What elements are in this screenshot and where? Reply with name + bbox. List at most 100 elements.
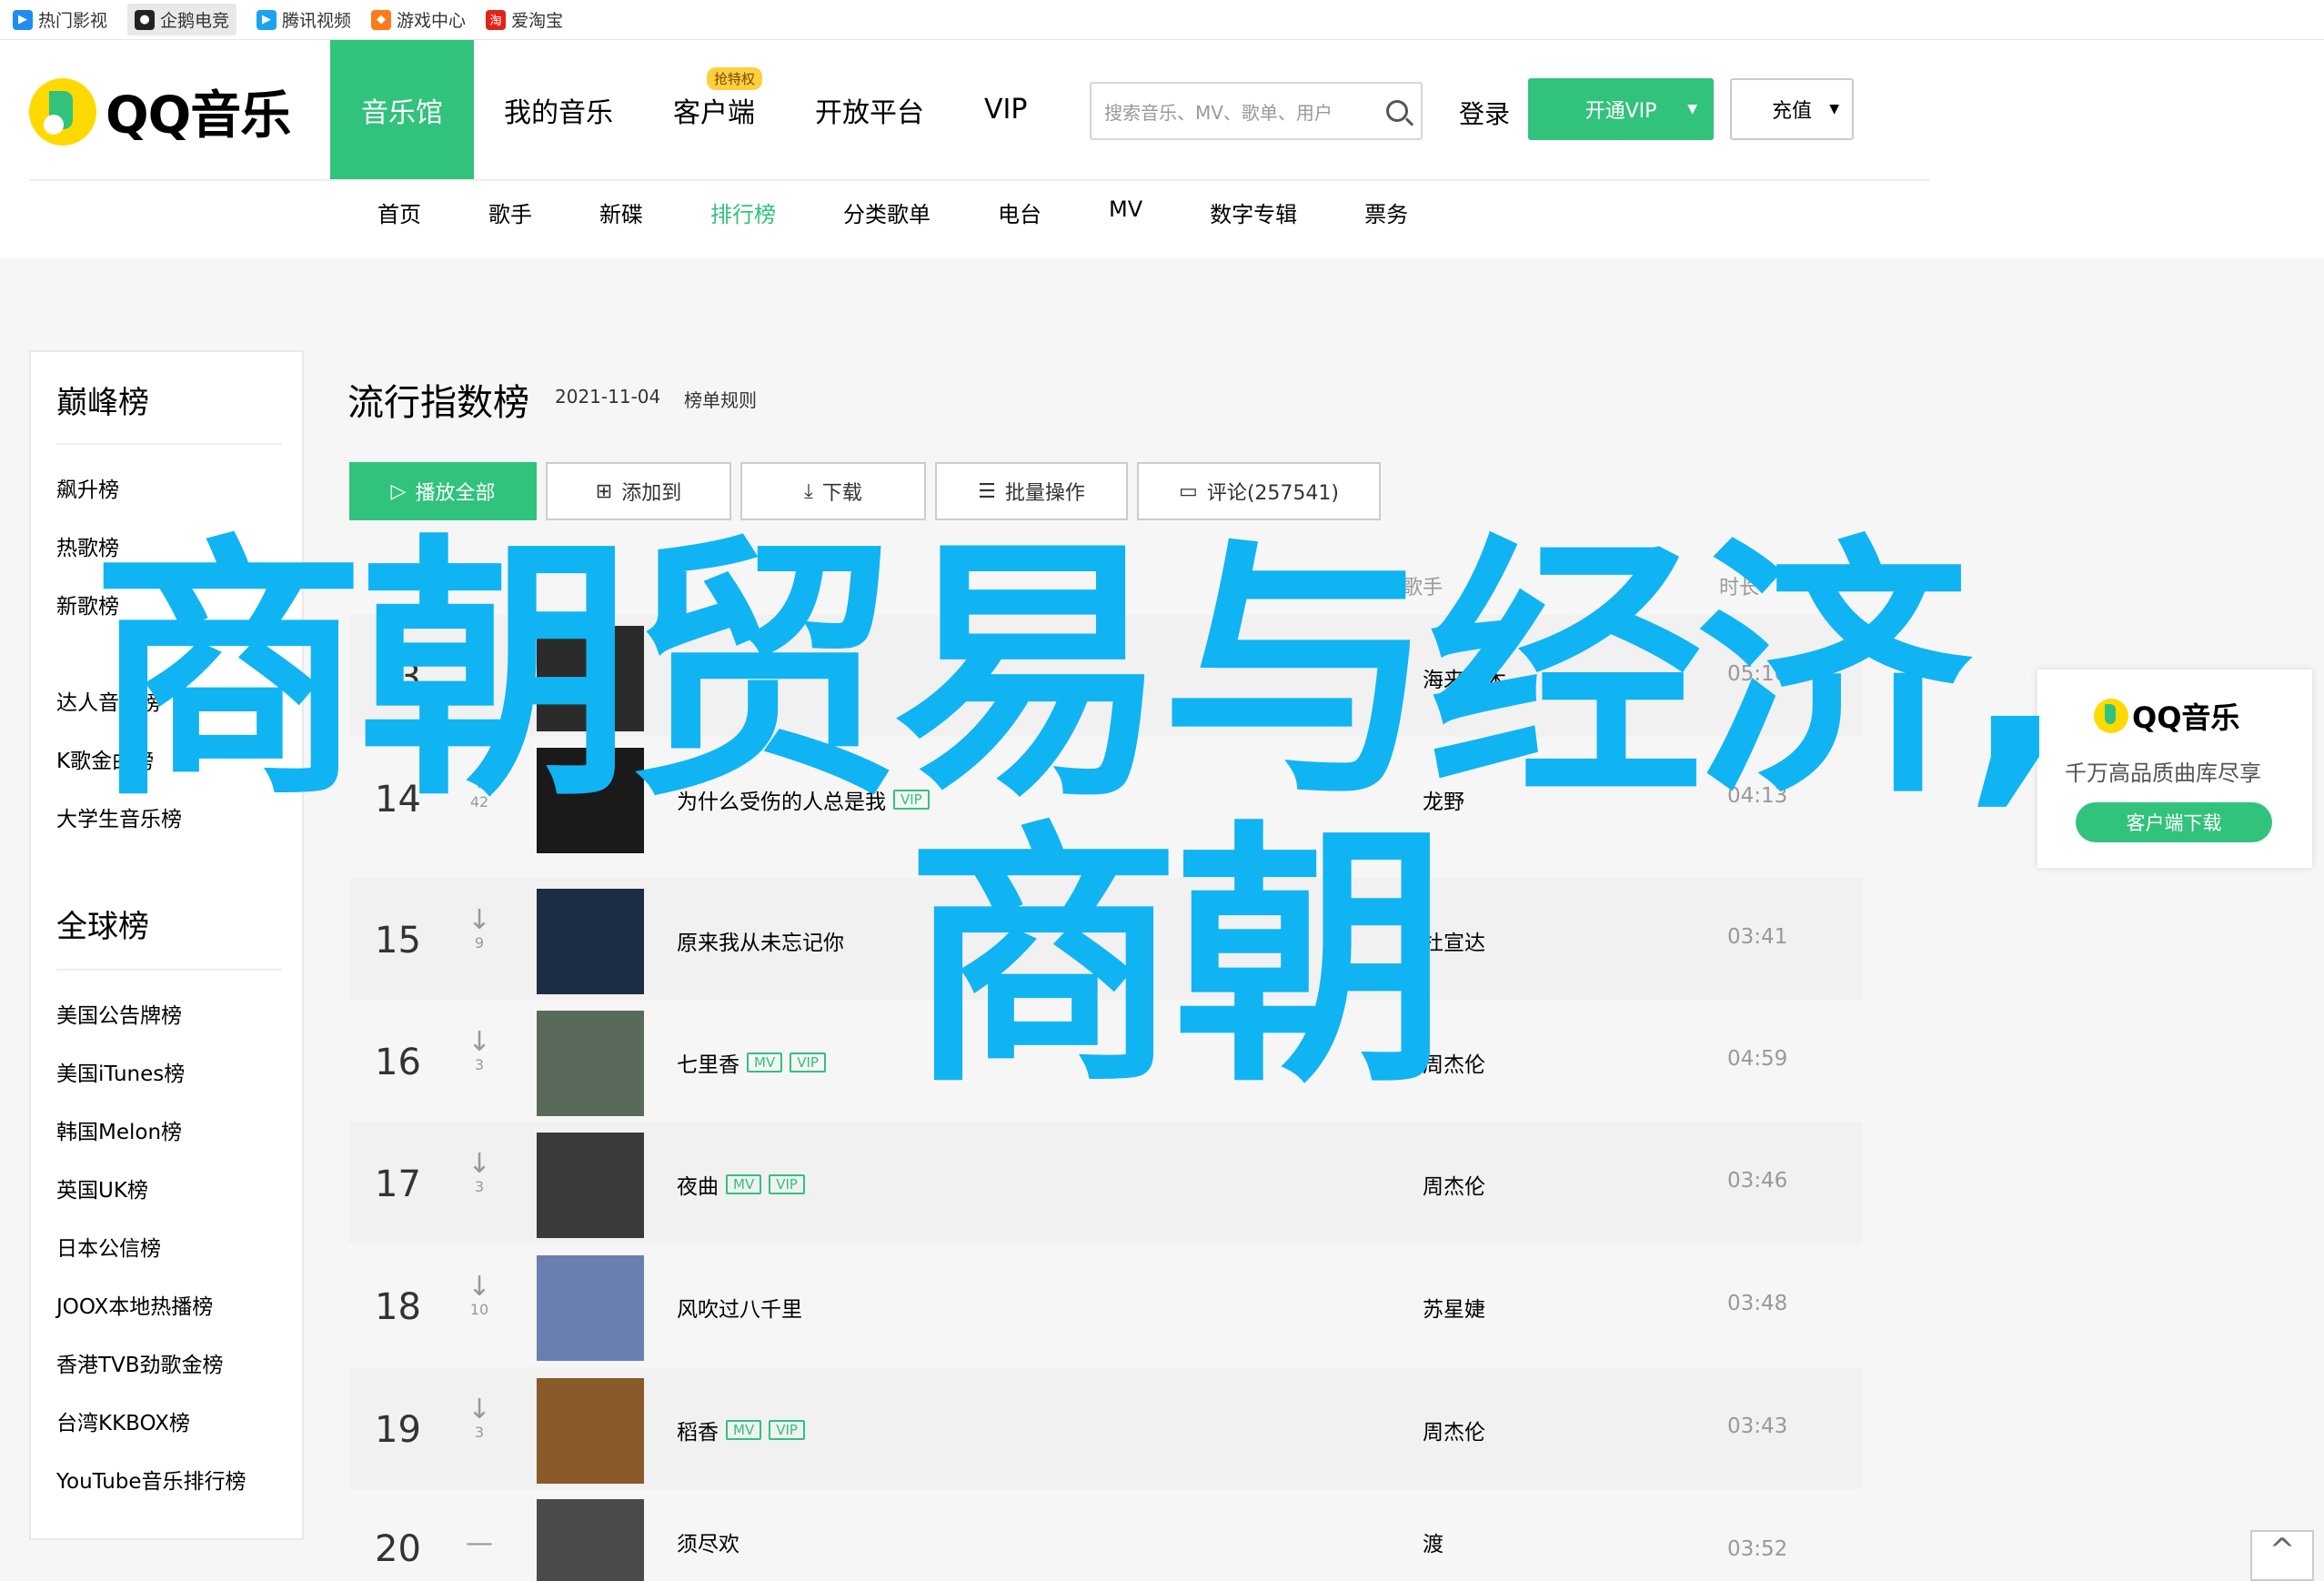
sidebar-item-rising[interactable]: 飙升榜	[56, 472, 119, 503]
bookmark-hot-video[interactable]: ▶ 热门影视	[13, 7, 107, 32]
dropdown-arrow-icon[interactable]: ▼	[1829, 102, 1839, 116]
album-cover[interactable]	[537, 1011, 644, 1116]
login-link[interactable]: 登录	[1459, 95, 1510, 131]
singer-name[interactable]: 苏星婕	[1423, 1292, 1485, 1323]
back-to-top-button[interactable]: ^	[2250, 1530, 2314, 1581]
nav-vip[interactable]: VIP	[954, 40, 1057, 179]
table-row[interactable]: 17 ↓ 3 夜曲 MV VIP 周杰伦 03:46	[349, 1122, 1862, 1244]
singer-name[interactable]: 周杰伦	[1423, 1169, 1485, 1200]
search-placeholder: 搜索音乐、MV、歌单、用户	[1104, 101, 1333, 124]
mv-tag[interactable]: MV	[726, 1420, 762, 1440]
nav-open-platform[interactable]: 开放平台	[785, 40, 954, 179]
subnav-charts[interactable]: 排行榜	[710, 196, 776, 228]
duration: 04:59	[1727, 1047, 1788, 1071]
qq-music-logo[interactable]: QQ音乐	[29, 75, 291, 148]
subnav-singers[interactable]: 歌手	[488, 196, 532, 228]
music-note-icon	[2094, 699, 2128, 733]
subnav-tickets[interactable]: 票务	[1364, 196, 1408, 228]
bookmark-label: 热门影视	[38, 11, 108, 31]
vip-tag: VIP	[769, 1174, 805, 1194]
song-title[interactable]: 风吹过八千里	[677, 1292, 802, 1323]
album-cover[interactable]	[537, 889, 644, 994]
song-title[interactable]: 夜曲	[677, 1169, 719, 1200]
bookmark-tencent-video[interactable]: ▶ 腾讯视频	[257, 7, 351, 32]
bookmarks-bar: ▶ 热门影视 ● 企鹅电竞 ▶ 腾讯视频 ◆ 游戏中心 淘 爱淘宝	[0, 0, 2324, 40]
chart-title: 流行指数榜	[347, 382, 529, 424]
download-button[interactable]: ⤓ 下载	[740, 462, 926, 520]
table-row[interactable]: 20 — 须尽欢 渡 03:52	[349, 1490, 1862, 1581]
subnav-radio[interactable]: 电台	[998, 196, 1041, 228]
recharge-button[interactable]: 充值 ▼	[1730, 78, 1854, 140]
add-to-button[interactable]: ⊞ 添加到	[546, 462, 731, 520]
chart-rules-link[interactable]: 榜单规则	[684, 386, 757, 412]
batch-label: 批量操作	[1004, 482, 1085, 505]
download-label: 下载	[821, 482, 862, 505]
client-download-button[interactable]: 客户端下载	[2076, 802, 2272, 842]
sidebar-divider	[56, 969, 282, 971]
site-header: QQ音乐 音乐馆 我的音乐 客户端 抢特权 开放平台 VIP 搜索音乐、MV、歌…	[0, 40, 2324, 258]
sidebar-item-itunes[interactable]: 美国iTunes榜	[56, 1056, 185, 1087]
rank-number: 19	[375, 1409, 421, 1451]
open-vip-button[interactable]: 开通VIP ▼	[1528, 78, 1714, 140]
song-title[interactable]: 原来我从未忘记你	[677, 925, 844, 956]
logo-text: QQ音乐	[106, 86, 291, 146]
bookmark-taobao[interactable]: 淘 爱淘宝	[486, 7, 563, 32]
song-title[interactable]: 须尽欢	[677, 1526, 739, 1557]
subnav-home[interactable]: 首页	[377, 196, 421, 228]
sidebar-item-joox[interactable]: JOOX本地热播榜	[56, 1289, 213, 1320]
singer-name[interactable]: 渡	[1423, 1526, 1444, 1557]
sidebar-item-melon[interactable]: 韩国Melon榜	[56, 1114, 182, 1145]
sidebar-item-uk[interactable]: 英国UK榜	[56, 1173, 148, 1203]
dropdown-arrow-icon[interactable]: ▼	[1687, 102, 1697, 116]
trend-change: 9	[474, 934, 485, 952]
album-cover[interactable]	[537, 1133, 644, 1238]
comment-button[interactable]: ▭ 评论(257541)	[1137, 462, 1381, 520]
trend-arrow-icon: ↓	[468, 1394, 491, 1425]
add-to-label: 添加到	[621, 482, 682, 505]
play-icon: ▷	[390, 479, 407, 503]
subnav-new-albums[interactable]: 新碟	[599, 196, 643, 228]
main-nav: 音乐馆 我的音乐 客户端 抢特权 开放平台 VIP	[330, 40, 1057, 179]
duration: 03:48	[1727, 1292, 1788, 1315]
bookmark-game-center[interactable]: ◆ 游戏中心	[371, 7, 466, 32]
rank-number: 18	[375, 1286, 421, 1328]
singer-name[interactable]: 周杰伦	[1423, 1415, 1485, 1445]
song-title[interactable]: 稻香	[677, 1415, 719, 1445]
sidebar-item-billboard[interactable]: 美国公告牌榜	[56, 998, 182, 1029]
nav-music-hall[interactable]: 音乐馆	[330, 40, 474, 179]
bookmark-esports[interactable]: ● 企鹅电竞	[127, 4, 237, 35]
song-title-wrap: 七里香 MV VIP	[677, 1047, 826, 1078]
subnav-digital-albums[interactable]: 数字专辑	[1210, 196, 1297, 228]
search-icon[interactable]	[1386, 100, 1408, 122]
sub-nav: 首页 歌手 新碟 排行榜 分类歌单 电台 MV 数字专辑 票务	[377, 196, 1475, 228]
subnav-playlists[interactable]: 分类歌单	[843, 196, 931, 228]
bookmark-label: 腾讯视频	[282, 11, 352, 31]
album-cover[interactable]	[537, 1378, 644, 1484]
music-note-icon	[29, 77, 96, 146]
sidebar-item-youtube[interactable]: YouTube音乐排行榜	[56, 1464, 246, 1495]
batch-ops-button[interactable]: ☰ 批量操作	[935, 462, 1128, 520]
global-charts-heading: 全球榜	[56, 909, 149, 945]
taobao-icon: 淘	[486, 9, 507, 30]
mv-tag[interactable]: MV	[747, 1052, 783, 1072]
sidebar-item-kkbox[interactable]: 台湾KKBOX榜	[56, 1405, 190, 1436]
mv-tag[interactable]: MV	[726, 1174, 762, 1194]
song-title[interactable]: 七里香	[677, 1047, 739, 1078]
nav-my-music[interactable]: 我的音乐	[474, 40, 643, 179]
chart-date: 2021-11-04	[555, 386, 661, 408]
trend-arrow-icon: ↓	[468, 1271, 491, 1303]
nav-client[interactable]: 客户端 抢特权	[643, 40, 785, 179]
trend-arrow-icon: ↓	[468, 1026, 491, 1058]
search-input[interactable]: 搜索音乐、MV、歌单、用户	[1090, 82, 1423, 140]
album-cover[interactable]	[537, 1499, 644, 1581]
table-row[interactable]: 19 ↓ 3 稻香 MV VIP 周杰伦 03:43	[349, 1367, 1862, 1489]
rank-number: 16	[375, 1042, 421, 1083]
subnav-mv[interactable]: MV	[1109, 196, 1142, 228]
play-all-label: 播放全部	[415, 482, 496, 505]
sidebar-item-tvb[interactable]: 香港TVB劲歌金榜	[56, 1347, 224, 1378]
table-row[interactable]: 18 ↓ 10 风吹过八千里 苏星婕 03:48	[349, 1244, 1862, 1366]
play-all-button[interactable]: ▷ 播放全部	[349, 462, 537, 520]
album-cover[interactable]	[537, 1255, 644, 1361]
sidebar-item-oricon[interactable]: 日本公信榜	[56, 1231, 161, 1262]
bookmark-label: 游戏中心	[397, 11, 467, 31]
